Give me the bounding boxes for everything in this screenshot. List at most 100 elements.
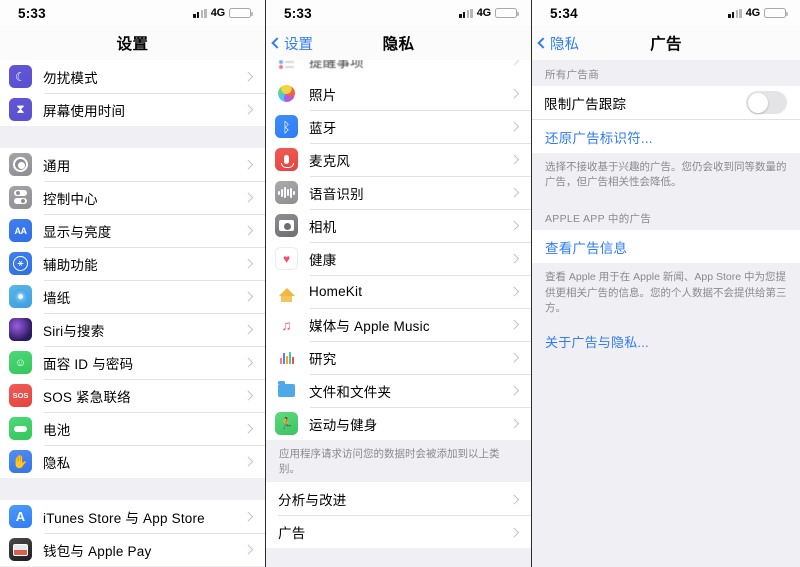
reset-advertising-identifier-button[interactable]: 还原广告标识符... (532, 120, 800, 153)
chevron-right-icon (243, 423, 253, 434)
chevron-right-icon (509, 494, 519, 504)
row-label: 显示与亮度 (43, 224, 112, 240)
view-ad-information-button[interactable]: 查看广告信息 (532, 230, 800, 264)
settings-row-face-id[interactable]: ☺ 面容 ID 与密码 (0, 346, 265, 379)
chevron-right-icon (509, 60, 519, 66)
cellular-signal-icon (193, 8, 207, 18)
privacy-list[interactable]: 提醒事项 照片 ᛒ 蓝牙 麦克风 语音识别 相机 ♥ 健康 HomeKit ♫ … (266, 60, 531, 567)
settings-group-1: ☾ 勿扰模式 ⧗ 屏幕使用时间 (0, 60, 265, 126)
cellular-signal-icon (728, 8, 742, 18)
chevron-right-icon (509, 352, 519, 363)
network-type-label: 4G (745, 7, 760, 19)
settings-row-do-not-disturb[interactable]: ☾ 勿扰模式 (0, 60, 265, 93)
settings-row-wallet-apple-pay[interactable]: 钱包与 Apple Pay (0, 533, 265, 566)
advertising-list[interactable]: 所有广告商 限制广告跟踪 还原广告标识符... 选择不接收基于兴趣的广告。您仍会… (532, 60, 800, 567)
row-label: 勿扰模式 (43, 70, 98, 86)
chevron-right-icon (243, 159, 253, 170)
music-icon: ♫ (275, 313, 298, 336)
settings-row-accessibility[interactable]: ⚹ 辅助功能 (0, 247, 265, 280)
siri-icon (9, 318, 32, 341)
back-button[interactable]: 隐私 (532, 33, 579, 54)
row-label: Siri与搜索 (43, 323, 105, 339)
settings-row-general[interactable]: 通用 (0, 148, 265, 181)
settings-row-privacy[interactable]: ✋ 隐私 (0, 445, 265, 478)
limit-ad-tracking-toggle[interactable] (746, 91, 787, 114)
status-time: 5:34 (550, 5, 578, 21)
chevron-left-icon (271, 37, 283, 49)
chevron-right-icon (509, 319, 519, 330)
privacy-row-camera[interactable]: 相机 (266, 209, 531, 242)
about-ads-privacy-link[interactable]: 关于广告与隐私... (532, 321, 800, 356)
settings-list[interactable]: ☾ 勿扰模式 ⧗ 屏幕使用时间 通用 控制中心 AA 显示与亮度 ⚹ 辅助功能 … (0, 60, 265, 567)
settings-row-control-center[interactable]: 控制中心 (0, 181, 265, 214)
row-label: 墙纸 (43, 290, 71, 306)
advertising-toggle-group: 限制广告跟踪 (532, 86, 800, 119)
section-gap (0, 126, 265, 148)
privacy-row-analytics-improvements[interactable]: 分析与改进 (266, 482, 531, 516)
chevron-right-icon (509, 527, 519, 537)
limit-ad-tracking-row[interactable]: 限制广告跟踪 (532, 86, 800, 119)
settings-row-siri-search[interactable]: Siri与搜索 (0, 313, 265, 346)
privacy-row-health[interactable]: ♥ 健康 (266, 242, 531, 275)
settings-row-display-brightness[interactable]: AA 显示与亮度 (0, 214, 265, 247)
settings-row-wallpaper[interactable]: 墙纸 (0, 280, 265, 313)
row-label: 蓝牙 (309, 120, 337, 136)
chevron-right-icon (509, 121, 519, 132)
settings-group-3: A iTunes Store 与 App Store 钱包与 Apple Pay (0, 500, 265, 566)
section-gap (0, 478, 265, 500)
chevron-right-icon (243, 291, 253, 302)
row-label: 健康 (309, 252, 337, 268)
status-bar: 5:33 4G (0, 0, 265, 26)
chevron-right-icon (243, 225, 253, 236)
privacy-row-speech-recognition[interactable]: 语音识别 (266, 176, 531, 209)
display-brightness-icon: AA (9, 219, 32, 242)
privacy-row-homekit[interactable]: HomeKit (266, 275, 531, 308)
row-label: 控制中心 (43, 191, 98, 207)
row-label: 文件和文件夹 (309, 384, 392, 400)
chevron-right-icon (509, 187, 519, 198)
settings-row-itunes-app-store[interactable]: A iTunes Store 与 App Store (0, 500, 265, 533)
status-time: 5:33 (284, 5, 312, 21)
chevron-right-icon (243, 511, 253, 522)
settings-row-screen-time[interactable]: ⧗ 屏幕使用时间 (0, 93, 265, 126)
chevron-right-icon (509, 220, 519, 231)
chevron-right-icon (509, 385, 519, 396)
back-button[interactable]: 设置 (266, 33, 313, 54)
battery-icon (764, 7, 788, 19)
privacy-row-research[interactable]: 研究 (266, 341, 531, 374)
row-label: iTunes Store 与 App Store (43, 510, 205, 526)
settings-group-2: 通用 控制中心 AA 显示与亮度 ⚹ 辅助功能 墙纸 Siri与搜索 ☺ 面容 … (0, 148, 265, 478)
row-label: 电池 (43, 422, 71, 438)
back-button-label: 隐私 (550, 36, 579, 53)
privacy-row-microphone[interactable]: 麦克风 (266, 143, 531, 176)
privacy-row-bluetooth[interactable]: ᛒ 蓝牙 (266, 110, 531, 143)
battery-settings-icon (9, 417, 32, 440)
row-label: HomeKit (309, 284, 363, 299)
row-label: 运动与健身 (309, 417, 378, 433)
privacy-row-photos[interactable]: 照片 (266, 77, 531, 110)
privacy-row-motion-fitness[interactable]: 🏃 运动与健身 (266, 407, 531, 440)
settings-row-battery[interactable]: 电池 (0, 412, 265, 445)
status-bar: 5:34 4G (532, 0, 800, 26)
privacy-row-files-folders[interactable]: 文件和文件夹 (266, 374, 531, 407)
row-label: 辅助功能 (43, 257, 98, 273)
row-label: 隐私 (43, 455, 71, 471)
accessibility-icon: ⚹ (9, 252, 32, 275)
chevron-right-icon (243, 357, 253, 368)
homekit-icon (275, 280, 298, 303)
files-icon (275, 379, 298, 402)
row-label: 限制广告跟踪 (544, 96, 627, 112)
chevron-right-icon (243, 456, 253, 467)
chevron-right-icon (509, 286, 519, 297)
privacy-row-reminders-partial[interactable]: 提醒事项 (266, 60, 531, 77)
privacy-group: 提醒事项 照片 ᛒ 蓝牙 麦克风 语音识别 相机 ♥ 健康 HomeKit ♫ … (266, 60, 531, 440)
row-label: 提醒事项 (309, 60, 364, 70)
privacy-row-media-apple-music[interactable]: ♫ 媒体与 Apple Music (266, 308, 531, 341)
privacy-row-advertising[interactable]: 广告 (266, 515, 531, 549)
moon-icon: ☾ (9, 65, 32, 88)
battery-icon (495, 7, 519, 19)
back-button-label: 设置 (284, 36, 313, 53)
settings-row-emergency-sos[interactable]: SOS SOS 紧急联络 (0, 379, 265, 412)
view-ad-info-group: 查看广告信息 (532, 230, 800, 264)
chevron-left-icon (537, 37, 549, 49)
